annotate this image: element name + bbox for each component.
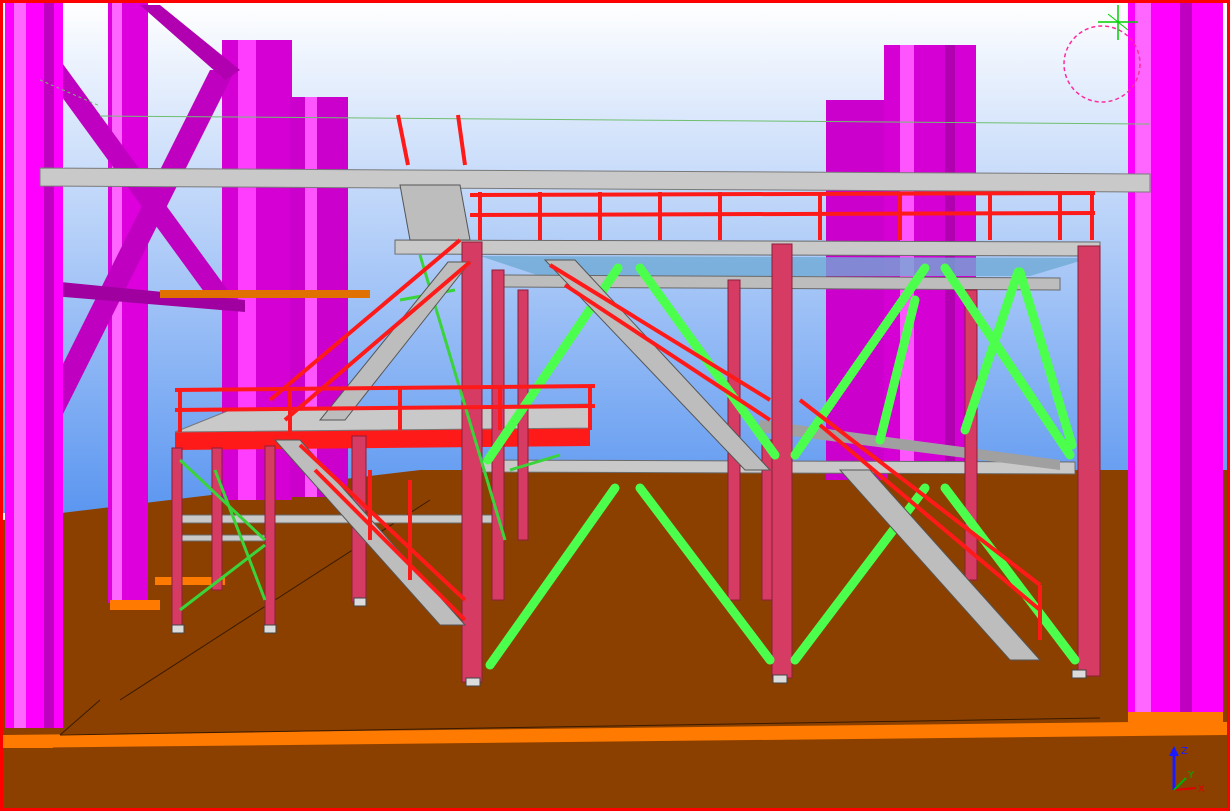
model-scene[interactable]: Z X Y <box>3 3 1227 808</box>
axis-z-label: Z <box>1181 746 1188 757</box>
lower-tie-beam <box>177 534 269 542</box>
axis-y-label: Y <box>1187 770 1195 781</box>
main-column-left-web <box>44 3 54 728</box>
main-column-left-flange <box>14 3 26 728</box>
main-column-right-web <box>1180 3 1192 713</box>
model-view-3d[interactable]: Z X Y <box>0 0 1230 811</box>
main-column-right-flange <box>1135 3 1151 713</box>
upper-platform-deck <box>394 239 1101 257</box>
lower-tie-beam <box>174 514 496 524</box>
axis-x-label: X <box>1198 784 1205 795</box>
main-column-left <box>5 3 63 728</box>
